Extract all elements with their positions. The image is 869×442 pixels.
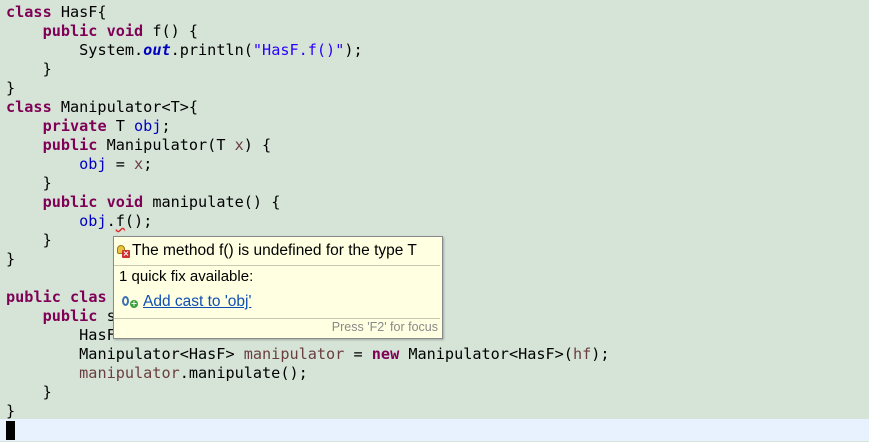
code-text: .println( <box>170 41 253 59</box>
code-text: Manipulator<HasF> <box>79 345 244 363</box>
code-line: obj.f(); <box>6 212 152 231</box>
string-literal: "HasF.f()" <box>252 41 345 59</box>
code-text: . <box>106 212 116 230</box>
keyword: class <box>6 3 52 21</box>
keyword: new <box>371 345 400 363</box>
code-text: ; <box>161 117 171 135</box>
keyword: void <box>106 22 144 40</box>
quick-fix-count: 1 quick fix available: <box>119 268 254 285</box>
error-marker[interactable]: f <box>116 212 125 230</box>
parameter-name: x <box>234 136 244 154</box>
local-variable: manipulator <box>79 364 180 382</box>
code-text: Manipulator<T>{ <box>51 98 199 116</box>
code-line: public void manipulate() { <box>6 193 281 212</box>
code-text: HasF{ <box>51 3 107 21</box>
code-text: T <box>106 117 135 135</box>
error-message: The method f() is undefined for the type… <box>132 242 417 259</box>
static-field: out <box>143 41 171 59</box>
code-line: obj = x; <box>6 155 152 174</box>
code-line: } <box>6 60 52 78</box>
code-text: Manipulator<HasF>( <box>399 345 573 363</box>
code-text: ); <box>591 345 610 363</box>
keyword: public <box>42 307 98 325</box>
code-line: public void f() { <box>6 22 198 41</box>
code-line: manipulator.manipulate(); <box>6 364 308 383</box>
code-text: .manipulate(); <box>179 364 308 382</box>
code-line: } <box>6 250 16 268</box>
code-line: System.out.println("HasF.f()"); <box>6 41 363 60</box>
code-text: = <box>344 345 372 363</box>
code-text: (); <box>124 212 153 230</box>
divider <box>114 318 440 319</box>
code-text: System. <box>79 41 144 59</box>
keyword: void <box>106 193 144 211</box>
code-line: public Manipulator(T x) { <box>6 136 272 155</box>
error-lightbulb-icon: × <box>117 244 130 258</box>
code-line: public s <box>6 307 116 326</box>
code-text: = <box>106 155 135 173</box>
code-line: } <box>6 79 16 97</box>
current-line-highlight <box>0 419 869 441</box>
keyword: public <box>42 22 98 40</box>
quick-fix-cast-icon: + <box>122 295 138 309</box>
keyword: public <box>42 136 98 154</box>
code-line: public clas <box>6 288 107 307</box>
code-line: } <box>6 383 52 401</box>
code-line: private T obj; <box>6 117 171 136</box>
code-text: f() { <box>143 22 199 40</box>
keyword: private <box>42 117 107 135</box>
text-cursor <box>6 421 15 440</box>
code-text: ); <box>344 41 363 59</box>
code-line: } <box>6 231 52 249</box>
error-hover-popup[interactable]: × The method f() is undefined for the ty… <box>113 236 443 339</box>
field-name: obj <box>79 155 107 173</box>
code-line: Manipulator<HasF> manipulator = new Mani… <box>6 345 610 364</box>
error-message-row: × The method f() is undefined for the ty… <box>117 241 417 261</box>
keyword: public <box>6 288 61 306</box>
keyword: class <box>6 98 52 116</box>
code-line: } <box>6 174 52 192</box>
local-variable: manipulator <box>243 345 345 363</box>
field-name: obj <box>134 117 162 135</box>
local-variable: hf <box>572 345 592 363</box>
code-line: class HasF{ <box>6 3 107 22</box>
add-cast-link[interactable]: Add cast to 'obj' <box>143 293 251 311</box>
code-text: HasF <box>79 326 116 344</box>
keyword: clas <box>70 288 107 306</box>
focus-hint: Press 'F2' for focus <box>331 320 438 334</box>
keyword: public <box>42 193 98 211</box>
code-text: Manipulator(T <box>97 136 235 154</box>
code-line: HasF <box>6 326 116 345</box>
code-text: manipulate() { <box>143 193 281 211</box>
code-line: class Manipulator<T>{ <box>6 98 198 117</box>
code-text: ) { <box>243 136 272 154</box>
parameter-name: x <box>134 155 144 173</box>
field-name: obj <box>79 212 107 230</box>
quick-fix-item[interactable]: + Add cast to 'obj' <box>122 291 251 313</box>
code-text: ; <box>143 155 153 173</box>
code-editor[interactable]: class HasF{ public void f() { System.out… <box>0 0 869 442</box>
